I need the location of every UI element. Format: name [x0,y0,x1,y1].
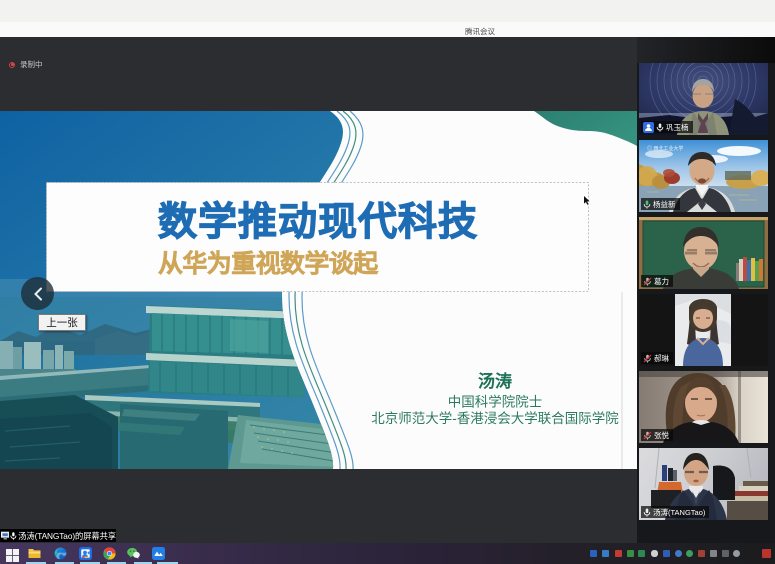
svg-text:中国科学院院士: 中国科学院院士 [448,395,543,410]
svg-text:汤涛: 汤涛 [478,371,512,391]
svg-text:◎ 西北工业大学: ◎ 西北工业大学 [647,145,683,152]
svg-text:从华为重视数学谈起: 从华为重视数学谈起 [158,249,379,278]
svg-text:北京师范大学-香港浸会大学联合国际学院: 北京师范大学-香港浸会大学联合国际学院 [371,411,619,426]
svg-text:数学推动现代科技: 数学推动现代科技 [158,201,478,244]
